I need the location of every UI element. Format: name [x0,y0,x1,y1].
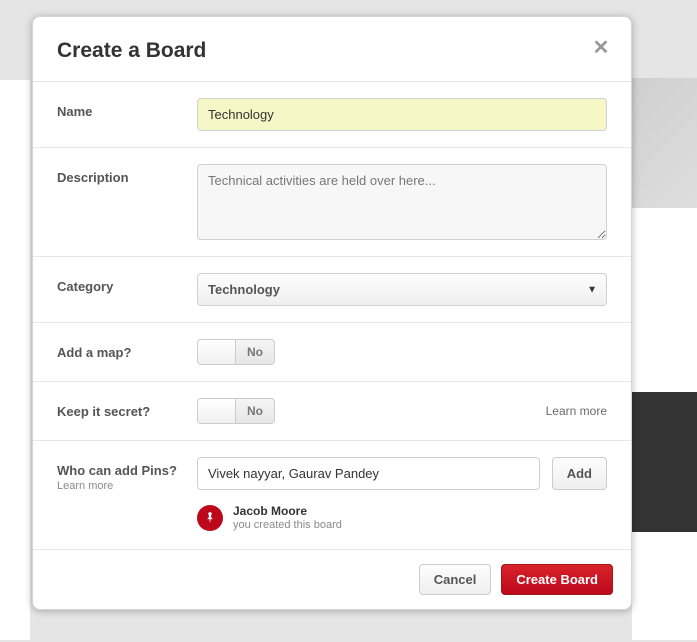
background-left-card [0,80,30,640]
add-map-toggle[interactable]: No [197,339,275,365]
create-board-button[interactable]: Create Board [501,564,613,595]
keep-secret-toggle[interactable]: No [197,398,275,424]
creator-name: Jacob Moore [233,504,342,519]
label-name: Name [57,98,197,119]
label-keep-secret: Keep it secret? [57,398,197,419]
row-category: Category Technology ▼ [33,256,631,322]
board-name-input[interactable] [197,98,607,131]
toggle-label-no: No [236,399,274,423]
category-select[interactable]: Technology [197,273,607,306]
secret-learn-more-link[interactable]: Learn more [546,404,607,418]
cancel-button[interactable]: Cancel [419,564,492,595]
close-icon[interactable]: ✕ [589,37,613,61]
collaborators-input[interactable] [197,457,540,490]
toggle-label-no: No [236,340,274,364]
row-description: Description Technical activities are hel… [33,147,631,256]
toggle-knob [198,399,236,423]
modal-footer: Cancel Create Board [33,549,631,609]
row-who-can-add-pins: Who can add Pins? Learn more Add Jacob M… [33,440,631,549]
modal-title: Create a Board [57,39,607,63]
board-description-input[interactable]: Technical activities are held over here.… [197,164,607,240]
pins-learn-more-link[interactable]: Learn more [57,480,197,492]
toggle-knob [198,340,236,364]
board-creator-row: Jacob Moore you created this board [197,504,607,533]
label-description: Description [57,164,197,185]
background-right-thumb-bottom [632,392,697,532]
row-add-map: Add a map? No [33,322,631,381]
creator-subtext: you created this board [233,519,342,533]
row-name: Name [33,81,631,147]
add-collaborator-button[interactable]: Add [552,457,607,490]
background-right-thumb-top [632,78,697,208]
pin-icon [197,505,223,531]
modal-header: Create a Board ✕ [33,17,631,81]
label-who-can-add-pins: Who can add Pins? Learn more [57,457,197,492]
create-board-modal: Create a Board ✕ Name Description Techni… [32,16,632,610]
label-add-map: Add a map? [57,339,197,360]
label-text: Who can add Pins? [57,463,177,478]
row-keep-secret: Keep it secret? No Learn more [33,381,631,440]
label-category: Category [57,273,197,294]
